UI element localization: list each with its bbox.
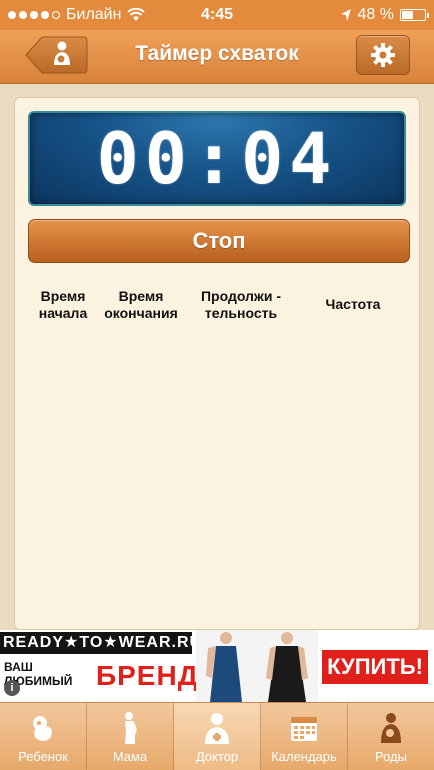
stop-button[interactable]: Стоп (28, 219, 410, 263)
dress-image-black (256, 630, 318, 702)
mother-baby-icon (381, 713, 401, 743)
tab-bar: Ребенок Мама Доктор Календарь Роды (0, 702, 434, 770)
signal-strength-icon (8, 11, 60, 19)
column-header-duration: Продолжи - тельность (200, 288, 282, 321)
info-icon[interactable]: i (4, 680, 20, 696)
tab-rebenok[interactable]: Ребенок (0, 703, 87, 770)
content-panel: 00:04 Стоп Время начала Время окончания Пр… (14, 97, 420, 630)
ad-banner[interactable]: READY★TO★WEAR.RU ВАШ ЛЮБИМЫЙ БРЕНД КУПИТ… (0, 630, 434, 702)
tab-doktor[interactable]: Доктор (174, 703, 261, 770)
location-arrow-icon (340, 9, 351, 21)
back-button[interactable] (24, 35, 88, 75)
timer-value: 00:04 (96, 117, 338, 200)
banner-buy-button[interactable]: КУПИТЬ! (322, 650, 428, 684)
column-header-start-time: Время начала (38, 288, 88, 321)
tab-mama[interactable]: Мама (87, 703, 174, 770)
pregnant-woman-icon (125, 712, 137, 744)
gear-icon (371, 43, 395, 67)
banner-headline: БРЕНД (96, 660, 199, 691)
navigation-bar: Таймер схваток (0, 30, 434, 84)
tab-kalendar[interactable]: Календарь (261, 703, 348, 770)
dress-image-blue (196, 630, 256, 702)
banner-brand: READY★TO★WEAR.RU (0, 632, 201, 654)
settings-button[interactable] (356, 35, 410, 75)
calendar-icon (291, 717, 317, 741)
column-header-frequency: Частота (325, 296, 381, 312)
column-header-end-time: Время окончания (104, 288, 178, 321)
wifi-icon (127, 8, 146, 21)
timer-display: 00:04 (28, 111, 406, 206)
page-title: Таймер схваток (135, 42, 299, 65)
carrier-name: Билайн (66, 6, 122, 23)
doctor-icon (205, 713, 229, 744)
status-bar: Билайн 4:45 48 % (0, 0, 434, 30)
tab-rody[interactable]: Роды (348, 703, 434, 770)
battery-icon (400, 9, 429, 21)
fetus-icon (33, 716, 52, 741)
battery-percent: 48 % (357, 6, 394, 23)
